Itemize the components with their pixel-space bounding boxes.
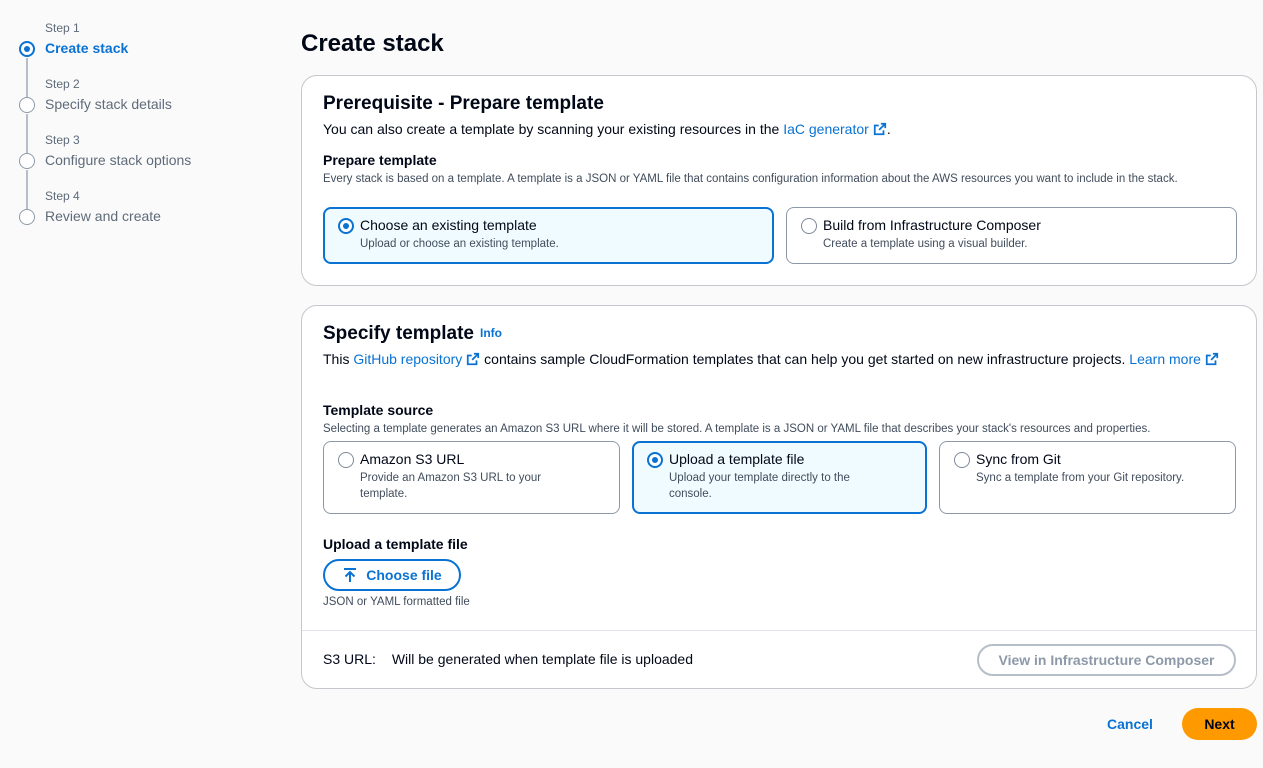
- template-source-hint: Selecting a template generates an Amazon…: [323, 423, 1151, 435]
- wizard-stepper: Step 1 Create stack Step 2 Specify stack…: [18, 18, 278, 242]
- option-title: Upload a template file: [669, 451, 805, 467]
- radio-unselected-icon[interactable]: [801, 218, 817, 234]
- option-description: Upload your template directly to the con…: [669, 472, 850, 500]
- specify-template-title: Specify template Info: [323, 323, 502, 345]
- learn-more-link[interactable]: Learn more: [1129, 351, 1219, 367]
- external-link-icon: [1205, 352, 1219, 366]
- choose-file-label: Choose file: [366, 567, 442, 583]
- learn-more-link-text[interactable]: Learn more: [1129, 351, 1201, 367]
- external-link-icon: [873, 122, 886, 136]
- step-number: Step 3: [45, 133, 80, 147]
- option-description: Upload or choose an existing template.: [360, 238, 559, 250]
- specify-template-panel: Specify template Info This GitHub reposit…: [301, 305, 1257, 689]
- step-indicator-icon: [19, 41, 35, 57]
- s3-url-value: Will be generated when template file is …: [391, 651, 693, 667]
- step-review-and-create: Step 4 Review and create: [18, 186, 278, 242]
- step-label: Configure stack options: [45, 152, 192, 168]
- prepare-template-label: Prepare template: [323, 152, 437, 168]
- step-number: Step 2: [45, 77, 80, 91]
- external-link-icon: [467, 352, 480, 366]
- option-title: Choose an existing template: [360, 217, 537, 233]
- option-title: Sync from Git: [976, 451, 1061, 467]
- next-button[interactable]: Next: [1182, 708, 1257, 740]
- info-link[interactable]: Info: [480, 326, 502, 340]
- description-text: .: [886, 121, 891, 137]
- step-number: Step 1: [45, 21, 80, 35]
- prerequisite-description: You can also create a template by scanni…: [323, 119, 891, 139]
- step-number: Step 4: [45, 189, 80, 203]
- step-specify-stack-details: Step 2 Specify stack details: [18, 74, 278, 153]
- radio-unselected-icon[interactable]: [338, 452, 354, 468]
- specify-template-title-text: Specify template: [323, 323, 474, 344]
- option-description: Sync a template from your Git repository…: [976, 472, 1185, 484]
- cancel-button[interactable]: Cancel: [1096, 708, 1164, 740]
- option-description: Provide an Amazon S3 URL to your templat…: [360, 472, 542, 500]
- radio-selected-icon[interactable]: [647, 452, 663, 468]
- prerequisite-panel: Prerequisite - Prepare template You can …: [301, 75, 1257, 286]
- option-choose-existing-template[interactable]: Choose an existing template Upload or ch…: [323, 207, 774, 264]
- choose-file-button[interactable]: Choose file: [323, 559, 461, 591]
- option-title: Amazon S3 URL: [360, 451, 465, 467]
- description-text: This: [323, 351, 354, 367]
- upload-template-file-label: Upload a template file: [323, 536, 468, 552]
- prepare-template-hint: Every stack is based on a template. A te…: [323, 173, 1178, 185]
- divider: [302, 630, 1256, 631]
- step-indicator-icon: [19, 209, 35, 225]
- option-upload-template-file[interactable]: Upload a template file Upload your templ…: [632, 441, 927, 514]
- page-title: Create stack: [301, 30, 444, 57]
- iac-generator-link[interactable]: IaC generator: [783, 121, 887, 137]
- github-repository-link[interactable]: GitHub repository: [353, 351, 480, 367]
- step-label: Specify stack details: [45, 96, 172, 112]
- option-title: Build from Infrastructure Composer: [823, 217, 1041, 233]
- view-in-infrastructure-composer-button[interactable]: View in Infrastructure Composer: [977, 644, 1236, 676]
- s3-url-label: S3 URL:: [323, 651, 376, 667]
- iac-generator-link-text[interactable]: IaC generator: [783, 121, 869, 137]
- step-indicator-icon: [19, 97, 35, 113]
- upload-hint: JSON or YAML formatted file: [323, 596, 470, 608]
- step-indicator-icon: [19, 153, 35, 169]
- description-text: contains sample CloudFormation templates…: [480, 351, 1130, 367]
- step-label[interactable]: Create stack: [45, 40, 128, 56]
- description-text: You can also create a template by scanni…: [323, 121, 784, 137]
- github-link-text[interactable]: GitHub repository: [353, 351, 462, 367]
- step-label: Review and create: [45, 208, 161, 224]
- option-amazon-s3-url[interactable]: Amazon S3 URL Provide an Amazon S3 URL t…: [323, 441, 620, 514]
- step-configure-stack-options: Step 3 Configure stack options: [18, 130, 278, 209]
- prerequisite-title: Prerequisite - Prepare template: [323, 93, 604, 114]
- upload-icon: [344, 568, 357, 582]
- specify-template-description: This GitHub repository contains sample C…: [323, 349, 1223, 369]
- s3-url-row: S3 URL: Will be generated when template …: [323, 651, 693, 667]
- radio-unselected-icon[interactable]: [954, 452, 970, 468]
- radio-selected-icon[interactable]: [338, 218, 354, 234]
- option-sync-from-git[interactable]: Sync from Git Sync a template from your …: [939, 441, 1236, 514]
- template-source-label: Template source: [323, 402, 434, 418]
- option-build-from-infrastructure-composer[interactable]: Build from Infrastructure Composer Creat…: [786, 207, 1237, 264]
- option-description: Create a template using a visual builder…: [823, 238, 1028, 250]
- step-create-stack[interactable]: Step 1 Create stack: [18, 18, 278, 97]
